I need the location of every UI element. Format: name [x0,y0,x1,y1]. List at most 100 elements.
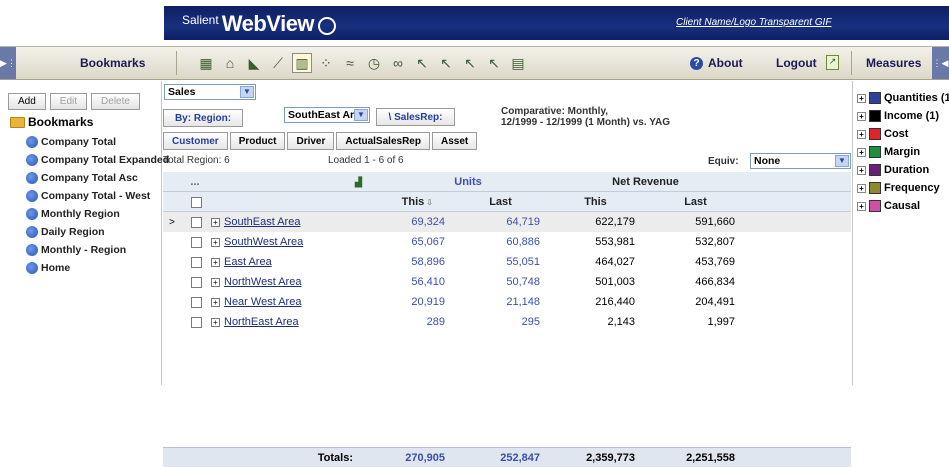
bookmark-item[interactable]: Monthly Region [26,205,169,223]
revenue-this-cell: 622,179 [595,216,635,228]
table-row[interactable]: + NorthEast Area 289 295 2,143 1,997 [163,312,851,332]
scatter-chart-icon[interactable]: ⁘ [316,53,336,73]
expand-icon[interactable]: + [211,257,220,267]
clock-icon[interactable]: ◷ [364,53,384,73]
expand-icon[interactable]: + [857,147,866,157]
expand-icon[interactable]: + [857,165,866,175]
expand-icon[interactable]: + [211,237,220,247]
bookmark-item[interactable]: Monthly - Region [26,241,169,259]
salesrep-button[interactable]: \ SalesRep: [376,108,455,126]
measure-item[interactable]: + Quantities (1 [857,89,949,107]
about-label: About [708,56,743,70]
row-checkbox[interactable] [191,252,205,272]
region-link[interactable]: SouthWest Area [224,236,303,248]
row-checkbox[interactable] [191,212,205,232]
table-row[interactable]: + East Area 58,896 55,051 464,027 453,769 [163,252,851,272]
add-bookmark-button[interactable]: Add [8,93,46,110]
bookmark-item[interactable]: Company Total Asc [26,169,169,187]
measure-item[interactable]: + Income (1) [857,107,949,125]
units-last-header[interactable]: Last [453,192,548,212]
tab-product[interactable]: Product [229,132,286,150]
row-checkbox[interactable] [191,312,205,332]
tab-actualsalesrep[interactable]: ActualSalesRep [336,132,430,150]
export-excel-icon[interactable]: ↗ [826,55,839,70]
home-icon[interactable]: ⌂ [220,53,240,73]
line-chart-icon[interactable]: ⟋ [268,53,288,73]
expand-icon[interactable]: + [211,317,220,327]
region-link[interactable]: NorthEast Area [224,316,299,328]
select-all-checkbox[interactable] [191,192,205,212]
region-link[interactable]: NorthWest Area [224,276,301,288]
bar-chart-icon[interactable]: ▥ [292,53,312,73]
bookmarks-folder[interactable]: Bookmarks [10,115,93,129]
table-row[interactable]: + Near West Area 20,919 21,148 216,440 204,49… [163,292,851,312]
row-checkbox[interactable] [191,272,205,292]
expand-icon[interactable]: + [857,93,866,103]
link-icon[interactable]: ∞ [388,53,408,73]
measure-item[interactable]: + Causal [857,197,949,215]
measure-label: Margin [884,146,921,158]
revenue-last-header[interactable]: Last [648,192,743,212]
pointer-remove-icon[interactable]: ↖ [460,53,480,73]
measure-item[interactable]: + Cost [857,125,949,143]
bookmark-item[interactable]: Company Total - West [26,187,169,205]
region-link[interactable]: SouthEast Area [224,216,300,228]
bookmark-icon [26,136,38,148]
bookmark-item[interactable]: Home [26,259,169,277]
expand-icon[interactable]: + [857,111,866,121]
tab-asset[interactable]: Asset [431,132,478,150]
bookmark-item[interactable]: Company Total Expanded [26,151,169,169]
pointer-star-icon[interactable]: ↖ [484,53,504,73]
pointer-icon[interactable]: ↖ [412,53,432,73]
comparative-info: Comparative: Monthly, 12/1999 - 12/1999 … [501,106,670,128]
area-chart-icon[interactable]: ◣ [244,53,264,73]
delete-bookmark-button[interactable]: Delete [91,93,140,110]
total-region-label: Total Region: 6 [163,155,230,166]
expand-icon[interactable]: + [857,129,866,139]
pointer-add-icon[interactable]: ↖ [436,53,456,73]
table-row[interactable]: > + SouthEast Area 69,324 64,719 622,179 591,6… [163,212,851,232]
chart-icon[interactable]: ▟ [355,172,365,192]
about-button[interactable]: ? About [690,56,743,70]
client-logo-link[interactable]: Client Name/Logo Transparent GIF [676,17,831,28]
edit-bookmark-button[interactable]: Edit [49,93,88,110]
table-row[interactable]: + NorthWest Area 56,410 50,748 501,003 466,83… [163,272,851,292]
measure-item[interactable]: + Margin [857,143,949,161]
table-row[interactable]: + SouthWest Area 65,067 60,886 553,981 532,80… [163,232,851,252]
by-region-button[interactable]: By: Region: [163,109,243,127]
measure-select-value: Sales [168,86,196,98]
trend-chart-icon[interactable]: ≈ [340,53,360,73]
measure-item[interactable]: + Duration [857,161,949,179]
units-header[interactable]: Units [393,172,543,192]
tab-driver[interactable]: Driver [287,132,335,150]
expand-icon[interactable]: + [211,297,220,307]
equiv-select[interactable]: None ▼ [750,153,851,169]
table-view-icon[interactable]: ▦ [196,53,216,73]
revenue-this-header[interactable]: This [548,192,643,212]
totals-label: Totals: [317,452,353,464]
bookmark-icon [26,154,38,166]
measure-select[interactable]: Sales ▼ [164,84,256,100]
left-panel-toggle[interactable]: ▶⋮ [0,47,16,79]
logout-button[interactable]: Logout [776,56,817,70]
expand-icon[interactable]: + [211,217,220,227]
expand-icon[interactable]: + [211,277,220,287]
column-menu-button[interactable]: ... [181,172,209,192]
bookmark-item[interactable]: Daily Region [26,223,169,241]
tab-customer[interactable]: Customer [163,132,228,150]
sort-arrow-icon: ⇩ [426,197,433,207]
region-select[interactable]: SouthEast Area ▼ [284,107,370,123]
export-icon[interactable]: ▤ [508,53,528,73]
row-checkbox[interactable] [191,232,205,252]
net-revenue-header[interactable]: Net Revenue [548,172,743,192]
row-checkbox[interactable] [191,292,205,312]
expand-icon[interactable]: + [857,183,866,193]
measure-item[interactable]: + Frequency [857,179,949,197]
bookmark-item[interactable]: Company Total [26,133,169,151]
region-link[interactable]: Near West Area [224,296,301,308]
region-link[interactable]: East Area [224,256,272,268]
revenue-last-cell: 204,491 [695,296,735,308]
right-panel-toggle[interactable]: ⋮◀ [932,47,949,79]
units-this-header[interactable]: This ⇩ [383,192,443,212]
expand-icon[interactable]: + [857,201,866,211]
